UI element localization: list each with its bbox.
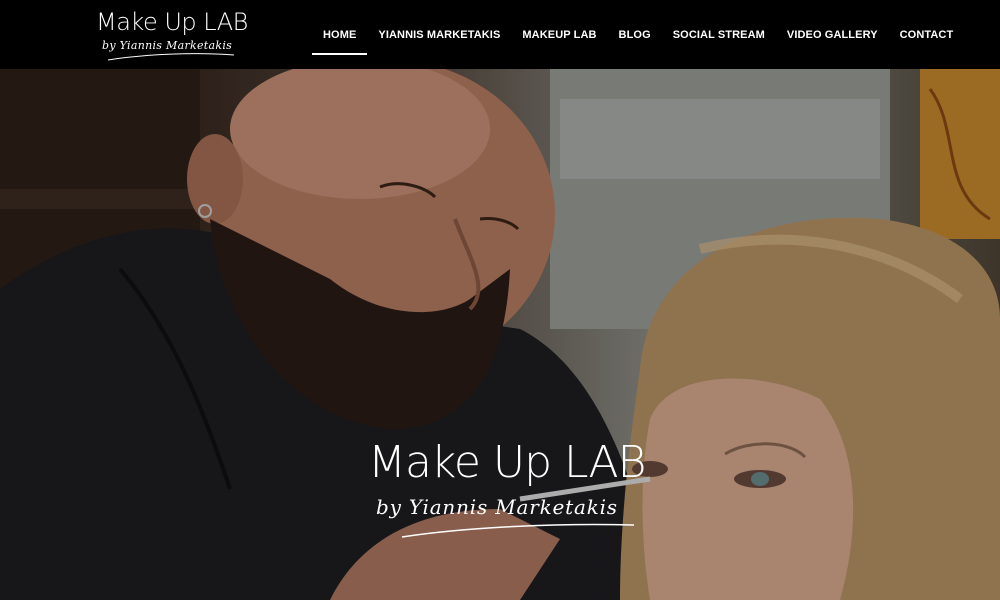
logo-swoosh-icon [107, 53, 235, 61]
nav-home[interactable]: HOME [312, 0, 368, 69]
nav-makeup-lab[interactable]: MAKEUP LAB [511, 0, 607, 69]
logo-title: Make Up LAB [96, 8, 248, 36]
hero-logo-title: Make Up LAB [368, 437, 646, 488]
site-logo[interactable]: Make Up LAB by Yiannis Marketakis [96, 8, 248, 66]
hero-logo-swoosh-icon [401, 523, 635, 538]
site-header: Make Up LAB by Yiannis Marketakis HOME Y… [0, 0, 1000, 69]
hero-banner: Make Up LAB by Yiannis Marketakis [0, 69, 1000, 600]
nav-video-gallery[interactable]: VIDEO GALLERY [776, 0, 889, 69]
nav-blog[interactable]: BLOG [608, 0, 662, 69]
hero-logo: Make Up LAB by Yiannis Marketakis [368, 437, 658, 547]
main-navigation: HOME YIANNIS MARKETAKIS MAKEUP LAB BLOG … [312, 0, 964, 69]
nav-yiannis-marketakis[interactable]: YIANNIS MARKETAKIS [367, 0, 511, 69]
hero-logo-subtitle: by Yiannis Marketakis [376, 495, 618, 519]
nav-contact[interactable]: CONTACT [889, 0, 965, 69]
nav-social-stream[interactable]: SOCIAL STREAM [662, 0, 776, 69]
logo-subtitle: by Yiannis Marketakis [102, 39, 233, 52]
